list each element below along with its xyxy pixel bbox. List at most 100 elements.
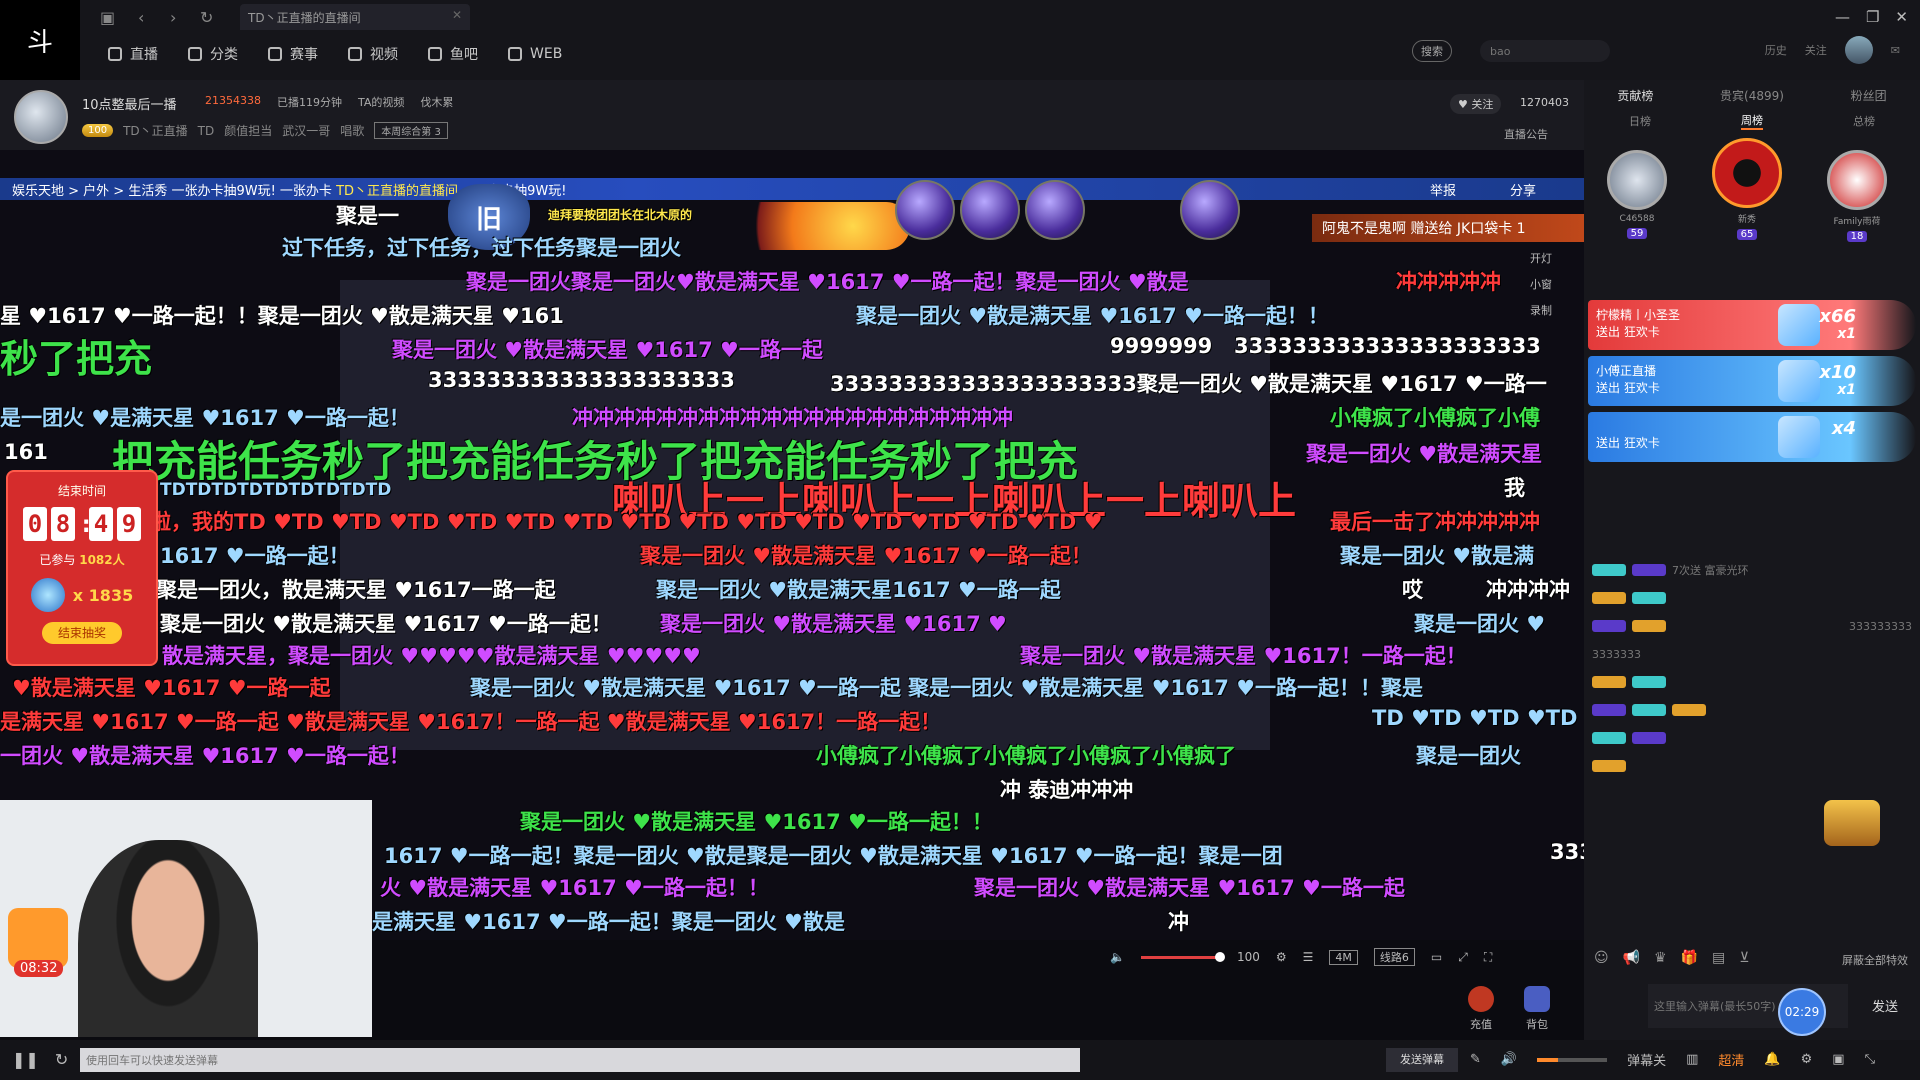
rank-third[interactable]: Family雨荷 18 xyxy=(1822,150,1892,242)
settings-icon[interactable]: ⚙ xyxy=(1276,950,1287,964)
user-avatar[interactable] xyxy=(1844,36,1873,64)
pip-icon[interactable]: ▣ xyxy=(1832,1052,1844,1067)
theater-mode-icon[interactable]: ▭ xyxy=(1431,950,1442,964)
volume-icon[interactable]: 🔈 xyxy=(1110,950,1125,964)
fullscreen-icon[interactable]: ⛶ xyxy=(1484,950,1492,965)
danmaku-line: 秒了把充 xyxy=(0,337,153,381)
close-button[interactable]: ✕ xyxy=(1895,8,1908,26)
tab-daily[interactable]: 日榜 xyxy=(1629,113,1651,129)
pause-icon[interactable]: ❚❚ xyxy=(12,1050,39,1069)
bottom-volume-slider[interactable] xyxy=(1537,1057,1608,1062)
bell-icon[interactable]: 🔔 xyxy=(1764,1052,1780,1067)
backpack-button[interactable]: 背包 xyxy=(1524,986,1550,1032)
announcement-button[interactable]: 直播公告 xyxy=(1504,126,1548,142)
chat-send-button[interactable]: 发送 xyxy=(1872,996,1912,1018)
tag-singing[interactable]: 唱歌 xyxy=(340,122,364,139)
danmaku-line: 冲冲冲冲 xyxy=(1486,578,1570,602)
history-button[interactable]: 历史 xyxy=(1765,42,1787,58)
danmaku-list-icon[interactable]: ☰ xyxy=(1303,950,1314,964)
rank-first[interactable]: 新秀 65 xyxy=(1712,138,1782,240)
danmaku-line: 1617 ♥一路一起！聚是一团火 ♥散是聚是一团火 ♥散是满天星 ♥1617 ♥… xyxy=(384,844,1283,868)
megaphone-icon[interactable]: 📢 xyxy=(1623,950,1640,966)
follow-button[interactable]: ♥ 关注 xyxy=(1450,94,1502,114)
badge xyxy=(1672,704,1706,716)
search-input[interactable] xyxy=(1480,40,1610,62)
message-icon[interactable]: ✉ xyxy=(1891,44,1900,57)
host-avatar[interactable] xyxy=(14,90,68,144)
danmaku-line: 聚是一团火 ♥散是满 xyxy=(1340,544,1535,568)
resolution-selector[interactable]: 超清 xyxy=(1718,1050,1744,1069)
menu-live[interactable]: 直播 xyxy=(108,44,158,64)
edit-icon[interactable]: ✎ xyxy=(1470,1052,1481,1067)
danmaku-input[interactable] xyxy=(80,1048,1080,1072)
refresh-stream-icon[interactable]: ↻ xyxy=(55,1050,68,1069)
tag-host-name[interactable]: TD丶正直播 xyxy=(123,122,188,139)
app-logo[interactable]: 斗 xyxy=(0,0,80,80)
back-icon[interactable]: ‹ xyxy=(138,8,144,30)
weekly-rank-badge[interactable]: 本周综合第 3 xyxy=(374,122,448,139)
backpack-label: 背包 xyxy=(1526,1018,1548,1031)
rank-level: 65 xyxy=(1736,229,1758,240)
star-badge-icon[interactable] xyxy=(8,908,68,968)
maximize-button[interactable]: ❐ xyxy=(1866,8,1879,26)
tab-weekly[interactable]: 周榜 xyxy=(1741,112,1763,130)
quality-selector[interactable]: 4M xyxy=(1329,949,1358,965)
share-button[interactable]: 分享 xyxy=(1510,180,1536,199)
danmaku-toggle[interactable]: 弹幕关 xyxy=(1627,1050,1666,1069)
sidebar-toggle-icon[interactable]: ▣ xyxy=(100,8,115,30)
report-button[interactable]: 举报 xyxy=(1430,180,1456,199)
mini-window-toggle[interactable]: 小窗 xyxy=(1530,276,1552,292)
fans-group[interactable]: 伐木累 xyxy=(420,94,453,110)
menu-events[interactable]: 赛事 xyxy=(268,44,318,64)
refresh-icon[interactable]: ↻ xyxy=(200,8,213,30)
menu-fishbar[interactable]: 鱼吧 xyxy=(428,44,478,64)
charge-button[interactable]: 充值 xyxy=(1468,986,1494,1032)
badge xyxy=(1592,592,1626,604)
minimize-button[interactable]: — xyxy=(1835,8,1850,26)
volume-knob[interactable] xyxy=(1214,951,1225,962)
rank-second[interactable]: C46588 59 xyxy=(1602,150,1672,239)
crown-icon[interactable]: ♛ xyxy=(1654,950,1667,966)
chat-line xyxy=(1592,696,1912,724)
end-lottery-button[interactable]: 结束抽奖 xyxy=(42,622,122,644)
follow-list-button[interactable]: 关注 xyxy=(1805,42,1827,58)
line-selector[interactable]: 线路6 xyxy=(1373,948,1415,966)
tab-fans[interactable]: 粉丝团 xyxy=(1851,87,1887,104)
rank-podium: C46588 59 新秀 65 Family雨荷 18 xyxy=(1584,132,1920,244)
treasure-chest-icon[interactable] xyxy=(1824,800,1880,846)
badge xyxy=(1592,676,1626,688)
lottery-widget[interactable]: 结束时间 0 8 : 4 9 已参与 1082人 x 1835 结束抽奖 xyxy=(6,470,158,666)
browser-tab[interactable]: TD丶正直播的直播间 ✕ xyxy=(240,4,470,30)
expand-icon[interactable]: ⤡ xyxy=(1865,1052,1875,1067)
tag-td[interactable]: TD xyxy=(198,124,215,138)
forward-icon[interactable]: › xyxy=(170,8,176,30)
speaker-icon[interactable]: 🔊 xyxy=(1501,1052,1517,1067)
danmaku-line: 聚是一团火 ♥散是满天星 ♥1617 ♥ xyxy=(660,612,1007,636)
notice-highlight[interactable]: TD丶正直播的直播间 xyxy=(336,184,458,199)
tab-vip[interactable]: 贵宾(4899) xyxy=(1720,87,1784,104)
gift-icon[interactable]: 🎁 xyxy=(1681,950,1698,966)
menu-video[interactable]: 视频 xyxy=(348,44,398,64)
tag-wuhan[interactable]: 武汉一哥 xyxy=(282,122,330,139)
light-toggle[interactable]: 开灯 xyxy=(1530,250,1552,266)
live-duration: 已播119分钟 xyxy=(277,96,342,109)
tab-contribution[interactable]: 贡献榜 xyxy=(1617,87,1653,104)
tab-total[interactable]: 总榜 xyxy=(1853,113,1875,129)
host-videos-link[interactable]: TA的视频 xyxy=(358,94,404,110)
menu-category[interactable]: 分类 xyxy=(188,44,238,64)
tag-looks[interactable]: 颜值担当 xyxy=(224,122,272,139)
close-tab-icon[interactable]: ✕ xyxy=(452,8,462,22)
block-effects-toggle[interactable]: 屏蔽全部特效 xyxy=(1842,952,1908,968)
web-fullscreen-icon[interactable]: ⤢ xyxy=(1458,950,1468,965)
menu-web[interactable]: WEB xyxy=(508,44,562,64)
chat-timer[interactable]: 02:29 xyxy=(1778,988,1826,1036)
record-toggle[interactable]: 录制 xyxy=(1530,302,1552,318)
filter-icon[interactable]: ⊻ xyxy=(1739,950,1749,966)
danmaku-mode-icon[interactable]: ▥ xyxy=(1686,1052,1698,1067)
gear-icon[interactable]: ⚙ xyxy=(1801,1052,1813,1067)
send-danmaku-button[interactable]: 发送弹幕 xyxy=(1386,1048,1458,1072)
search-button[interactable]: 搜索 xyxy=(1412,40,1452,62)
volume-slider[interactable] xyxy=(1140,951,1225,962)
emoji-icon[interactable]: ☺ xyxy=(1594,950,1609,966)
card-icon[interactable]: ▤ xyxy=(1712,950,1725,966)
